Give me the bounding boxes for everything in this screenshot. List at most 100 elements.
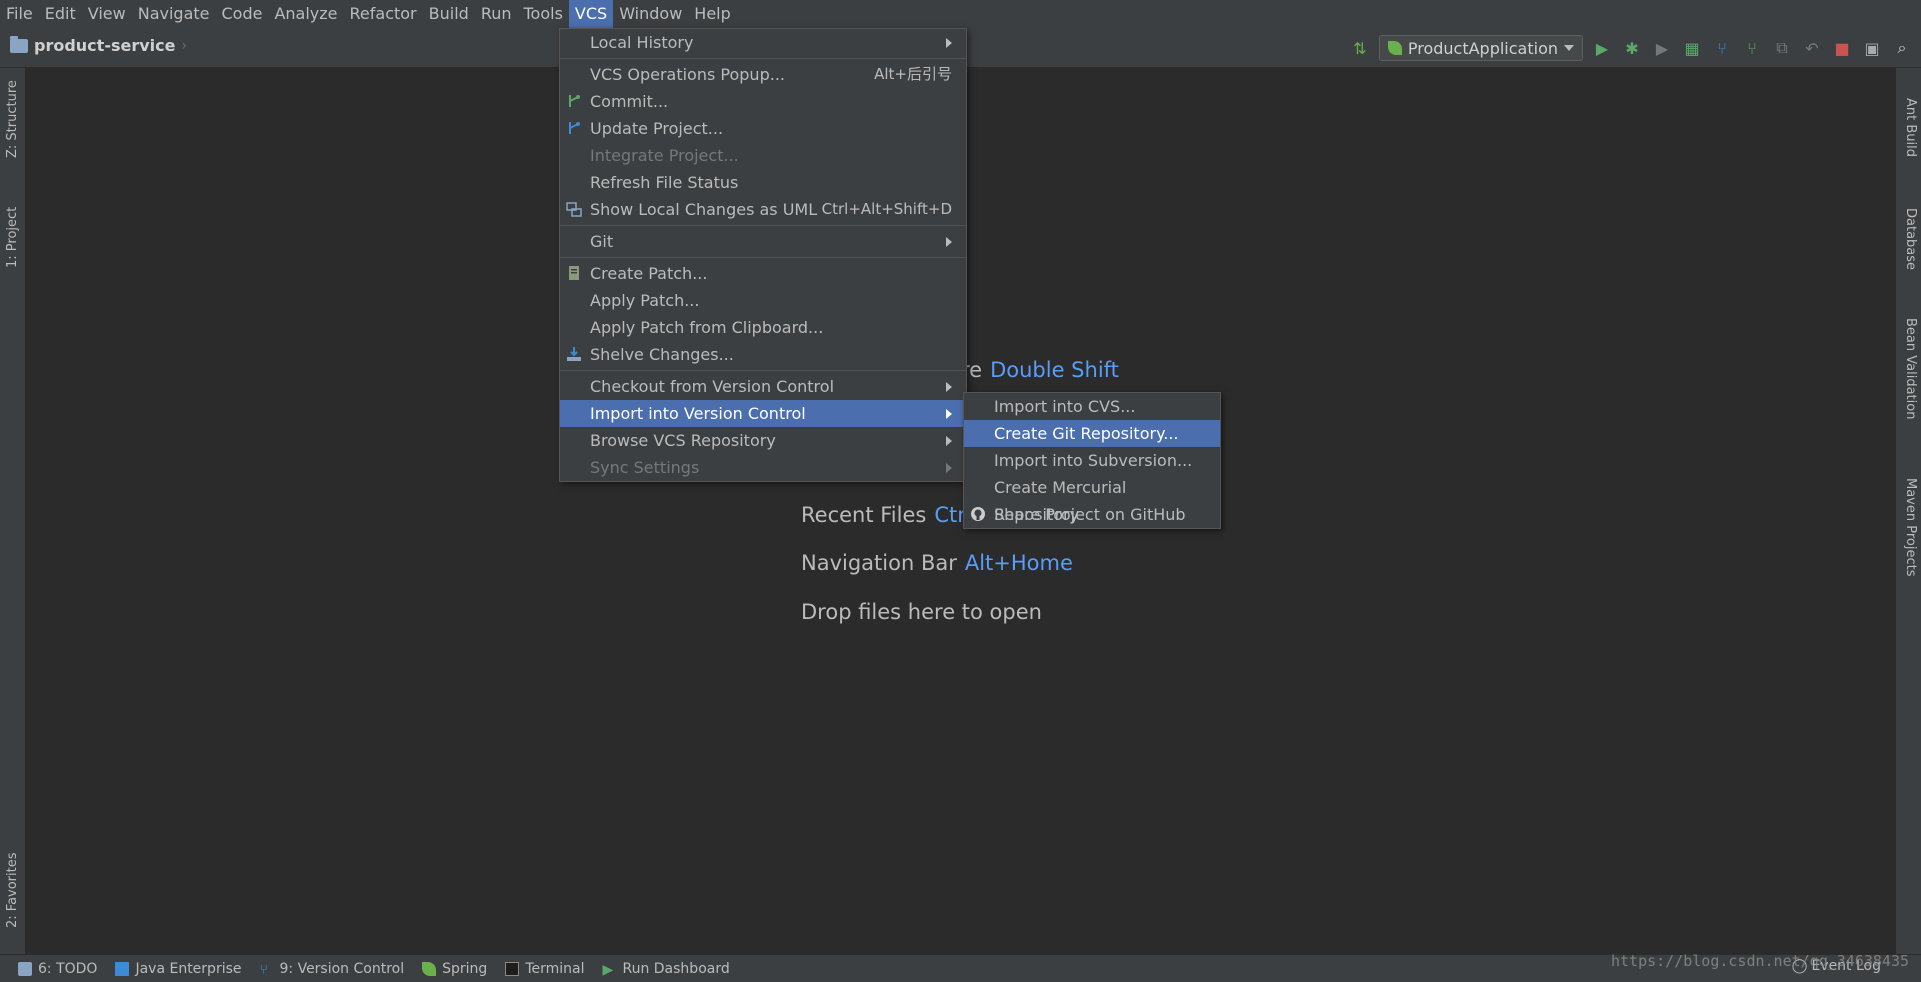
menu-bar: File Edit View Navigate Code Analyze Ref… <box>0 0 1921 28</box>
hint-label: Recent Files <box>801 503 927 527</box>
run-configuration-select[interactable]: ProductApplication <box>1378 35 1583 61</box>
hint-shortcut: Alt+Home <box>964 551 1073 575</box>
tab-favorites[interactable]: 2: Favorites <box>5 852 20 928</box>
spring-leaf-icon <box>1387 41 1402 55</box>
vcs-compare-icon[interactable]: ⧉ <box>1771 37 1793 59</box>
debug-icon[interactable]: ✱ <box>1621 37 1643 59</box>
menu-separator <box>560 257 966 258</box>
navigation-bar-hint: Navigation Bar Alt+Home <box>801 551 1073 575</box>
tab-project[interactable]: 1: Project <box>5 207 20 268</box>
profile-icon[interactable]: ▦ <box>1681 37 1703 59</box>
project-structure-icon[interactable]: ▣ <box>1861 37 1883 59</box>
left-tool-stripe: Z: Structure 1: Project 2: Favorites <box>0 68 26 954</box>
menu-view[interactable]: View <box>82 0 132 28</box>
menu-separator <box>560 225 966 226</box>
version-control-icon: ⑂ <box>259 961 268 978</box>
run-icon[interactable]: ▶ <box>1591 37 1613 59</box>
java-enterprise-icon <box>115 961 130 976</box>
menu-item-create-patch[interactable]: Create Patch... <box>560 260 966 287</box>
run-dashboard-icon: ▶ <box>602 961 614 978</box>
submenu-arrow-icon <box>946 408 952 419</box>
menu-item-sync-settings: Sync Settings <box>560 454 966 481</box>
project-name[interactable]: product-service <box>34 36 175 55</box>
menu-item-apply-patch[interactable]: Apply Patch... <box>560 287 966 314</box>
tab-terminal[interactable]: Terminal <box>505 961 584 977</box>
tab-todo[interactable]: 6: TODO <box>18 961 97 977</box>
tab-structure[interactable]: Z: Structure <box>5 80 20 158</box>
tab-version-control[interactable]: ⑂ 9: Version Control <box>259 961 405 978</box>
undo-icon[interactable]: ↶ <box>1801 37 1823 59</box>
import-submenu: Import into CVS... Create Git Repository… <box>963 392 1221 529</box>
spring-leaf-icon <box>422 961 437 976</box>
menu-build[interactable]: Build <box>423 0 475 28</box>
drop-files-hint: Drop files here to open <box>801 600 1042 624</box>
menu-item-browse-vcs-repository[interactable]: Browse VCS Repository <box>560 427 966 454</box>
submenu-arrow-icon <box>946 462 952 473</box>
hint-label: Navigation Bar <box>801 551 957 575</box>
tab-run-dashboard[interactable]: ▶ Run Dashboard <box>602 961 729 978</box>
menu-item-import-into-vcs[interactable]: Import into Version Control <box>560 400 966 427</box>
menu-item-git[interactable]: Git <box>560 228 966 255</box>
menu-item-update-project[interactable]: Update Project... <box>560 115 966 142</box>
stop-icon[interactable]: ■ <box>1831 37 1853 59</box>
menu-analyze[interactable]: Analyze <box>268 0 343 28</box>
chevron-right-icon: › <box>181 37 188 54</box>
menu-edit[interactable]: Edit <box>39 0 82 28</box>
submenu-arrow-icon <box>946 37 952 48</box>
right-tool-stripe: Ant Build Database Bean Validation Maven… <box>1895 68 1921 954</box>
vcs-commit-icon[interactable]: ⑂ <box>1741 37 1763 59</box>
menu-refactor[interactable]: Refactor <box>344 0 423 28</box>
menu-navigate[interactable]: Navigate <box>132 0 216 28</box>
menu-item-apply-patch-clipboard[interactable]: Apply Patch from Clipboard... <box>560 314 966 341</box>
hint-shortcut: Double Shift <box>990 358 1119 382</box>
hint-label: Drop files here to open <box>801 600 1042 624</box>
menu-item-share-github[interactable]: Share Project on GitHub <box>964 501 1220 528</box>
menu-window[interactable]: Window <box>613 0 688 28</box>
tab-maven-projects[interactable]: Maven Projects <box>1903 478 1918 577</box>
menu-item-checkout[interactable]: Checkout from Version Control <box>560 373 966 400</box>
menu-separator <box>560 58 966 59</box>
menu-run[interactable]: Run <box>475 0 518 28</box>
commit-icon <box>569 95 580 107</box>
menu-item-show-local-changes-uml[interactable]: Show Local Changes as UML Ctrl+Alt+Shift+… <box>560 196 966 223</box>
vcs-update-icon[interactable]: ⑂ <box>1711 37 1733 59</box>
search-everywhere-hint: re Double Shift <box>961 358 1119 382</box>
submenu-arrow-icon <box>946 381 952 392</box>
build-icon[interactable]: ⇅ <box>1349 37 1371 59</box>
menu-item-local-history[interactable]: Local History <box>560 29 966 56</box>
chevron-down-icon <box>1564 45 1574 51</box>
submenu-arrow-icon <box>946 435 952 446</box>
menu-code[interactable]: Code <box>216 0 269 28</box>
menu-separator <box>560 370 966 371</box>
menu-item-integrate-project: Integrate Project... <box>590 146 739 165</box>
terminal-icon <box>505 961 520 976</box>
menu-item-create-git-repository[interactable]: Create Git Repository... <box>964 420 1220 447</box>
menu-help[interactable]: Help <box>688 0 736 28</box>
tab-spring[interactable]: Spring <box>422 961 487 977</box>
run-configuration-label: ProductApplication <box>1407 38 1558 58</box>
tab-bean-validation[interactable]: Bean Validation <box>1903 318 1918 419</box>
tab-java-enterprise[interactable]: Java Enterprise <box>115 961 242 977</box>
main-toolbar: ⇅ ProductApplication ▶ ✱ ▶ ▦ ⑂ ⑂ ⧉ ↶ ■ ▣… <box>1349 34 1921 62</box>
tab-ant-build[interactable]: Ant Build <box>1903 98 1918 157</box>
menu-item-shelve-changes[interactable]: Shelve Changes... <box>560 341 966 368</box>
tab-database[interactable]: Database <box>1903 208 1918 270</box>
folder-icon <box>10 35 28 53</box>
vcs-menu: Local History VCS Operations Popup... Alt… <box>559 28 967 482</box>
patch-icon <box>569 266 579 280</box>
submenu-arrow-icon <box>946 236 952 247</box>
menu-item-refresh-file-status[interactable]: Refresh File Status <box>560 169 966 196</box>
search-icon[interactable]: ⌕ <box>1891 37 1913 59</box>
watermark: https://blog.csdn.net/qq_34638435 <box>1610 952 1909 970</box>
coverage-icon[interactable]: ▶ <box>1651 37 1673 59</box>
menu-item-create-mercurial-repository[interactable]: Create Mercurial Repository <box>964 474 1220 524</box>
menu-item-vcs-operations-popup[interactable]: VCS Operations Popup... Alt+后引号 <box>560 61 966 88</box>
breadcrumb[interactable]: product-service › <box>10 35 188 55</box>
menu-item-commit[interactable]: Commit... <box>560 88 966 115</box>
menu-file[interactable]: File <box>0 0 39 28</box>
menu-tools[interactable]: Tools <box>518 0 569 28</box>
shelve-icon <box>567 347 581 361</box>
menu-item-import-subversion[interactable]: Import into Subversion... <box>964 447 1220 474</box>
menu-item-import-cvs[interactable]: Import into CVS... <box>964 393 1220 420</box>
menu-vcs[interactable]: VCS <box>568 0 614 28</box>
